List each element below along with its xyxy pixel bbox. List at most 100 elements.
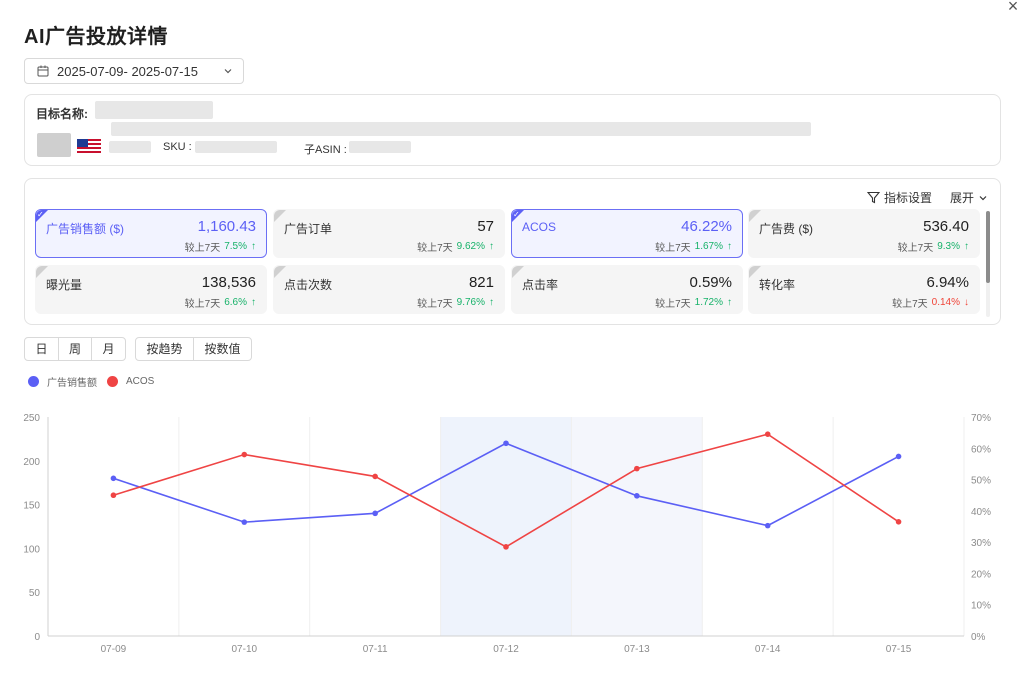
- metric-value: 46.22%: [681, 218, 732, 235]
- date-range-text: 2025-07-09- 2025-07-15: [57, 63, 198, 79]
- comparison-label: 较上7天: [184, 299, 221, 310]
- redacted-marketplace: [109, 141, 151, 153]
- metric-label: 曝光量: [46, 278, 83, 292]
- y-left-tick-label: 150: [23, 501, 40, 512]
- granularity-week[interactable]: 周: [59, 338, 92, 360]
- sku-label: SKU :: [163, 141, 192, 153]
- view-mode-trend[interactable]: 按趋势: [136, 338, 194, 360]
- metric-tile[interactable]: 转化率 6.94% 较上7天 0.14% ↓: [748, 265, 980, 314]
- redacted-product-image: [37, 133, 71, 157]
- data-point-sales[interactable]: [372, 510, 378, 517]
- metric-comparison: 较上7天 1.72% ↑: [655, 295, 732, 310]
- filter-icon: [866, 191, 880, 204]
- data-point-sales[interactable]: [634, 493, 640, 499]
- metric-tile[interactable]: 曝光量 138,536 较上7天 6.6% ↑: [35, 265, 267, 314]
- highlight-band: [440, 417, 572, 636]
- y-right-tick-label: 40%: [971, 507, 991, 518]
- metric-value: 821: [468, 274, 494, 291]
- change-percent: 9.62%: [456, 241, 485, 252]
- metric-value: 1,160.43: [197, 218, 256, 235]
- metric-label: 广告订单: [284, 222, 333, 236]
- expand-button[interactable]: 展开: [950, 189, 988, 206]
- metric-tile[interactable]: 广告订单 57 较上7天 9.62% ↑: [273, 209, 505, 258]
- metrics-scrollbar[interactable]: [986, 211, 990, 317]
- data-point-sales[interactable]: [110, 475, 117, 482]
- metrics-scrollbar-thumb[interactable]: [986, 211, 990, 283]
- y-right-tick-label: 70%: [971, 413, 991, 424]
- y-right-tick-label: 60%: [971, 444, 991, 455]
- close-icon[interactable]: ×: [1002, 0, 1024, 15]
- metric-value: 0.59%: [689, 274, 732, 291]
- metric-comparison: 较上7天 9.3% ↑: [898, 239, 969, 254]
- check-icon: ✓: [37, 210, 44, 219]
- x-tick-label: 07-09: [101, 644, 127, 655]
- data-point-sales[interactable]: [764, 522, 771, 529]
- y-left-tick-label: 200: [23, 457, 40, 468]
- legend-label-acos: ACOS: [126, 376, 155, 387]
- x-tick-label: 07-10: [231, 644, 257, 655]
- legend-dot-sales: [28, 376, 39, 387]
- metric-tile[interactable]: 点击次数 821 较上7天 9.76% ↑: [273, 265, 505, 314]
- date-range-picker[interactable]: 2025-07-09- 2025-07-15: [24, 58, 244, 84]
- data-point-sales[interactable]: [895, 453, 902, 460]
- comparison-label: 较上7天: [897, 243, 934, 254]
- metric-label: 广告销售额 ($): [46, 222, 125, 236]
- trend-arrow-icon: ↑: [251, 241, 256, 252]
- change-percent: 1.67%: [694, 241, 723, 252]
- view-mode-value[interactable]: 按数值: [194, 338, 251, 360]
- legend-item-sales[interactable]: 广告销售额: [28, 374, 97, 389]
- metric-label: 点击率: [522, 278, 559, 292]
- legend-item-acos[interactable]: ACOS: [107, 376, 154, 387]
- data-point-acos[interactable]: [241, 451, 248, 458]
- metric-settings-button[interactable]: 指标设置: [866, 189, 932, 206]
- trend-arrow-icon: ↑: [727, 241, 732, 252]
- y-right-tick-label: 20%: [971, 569, 991, 580]
- comparison-label: 较上7天: [417, 299, 453, 310]
- metric-label: ACOS: [522, 220, 557, 234]
- check-icon: ✓: [513, 210, 520, 219]
- metric-value: 536.40: [923, 218, 969, 235]
- change-percent: 0.14%: [931, 297, 960, 308]
- redacted-product-title: [111, 122, 811, 136]
- metric-comparison: 较上7天 1.67% ↑: [655, 239, 732, 254]
- chevron-down-icon: [223, 66, 233, 76]
- metric-value: 138,536: [201, 274, 256, 291]
- y-right-tick-label: 10%: [971, 601, 991, 612]
- data-point-acos[interactable]: [372, 473, 378, 480]
- comparison-label: 较上7天: [892, 299, 928, 310]
- granularity-month[interactable]: 月: [92, 338, 125, 360]
- metric-tile[interactable]: 点击率 0.59% 较上7天 1.72% ↑: [511, 265, 743, 314]
- metric-label: 转化率: [759, 278, 796, 292]
- data-point-acos[interactable]: [895, 519, 902, 525]
- trend-arrow-icon: ↓: [964, 297, 969, 308]
- metric-comparison: 较上7天 7.5% ↑: [185, 239, 256, 254]
- y-right-tick-label: 30%: [971, 538, 991, 549]
- chart-legend: 广告销售额 ACOS: [28, 374, 164, 389]
- data-point-acos[interactable]: [110, 492, 117, 499]
- metric-settings-label: 指标设置: [883, 191, 932, 205]
- trend-arrow-icon: ↑: [727, 297, 732, 308]
- metric-tile[interactable]: ✓ 广告销售额 ($) 1,160.43 较上7天 7.5% ↑: [35, 209, 267, 258]
- chevron-down-icon: [979, 195, 987, 200]
- metric-value: 57: [477, 218, 494, 235]
- legend-label-sales: 广告销售额: [47, 378, 97, 389]
- metrics-panel: 指标设置 展开 ✓ 广告销售额 ($) 1,160.43 较上7天 7.5% ↑ 广告订单 5…: [24, 178, 1001, 325]
- trend-arrow-icon: ↑: [964, 241, 969, 252]
- comparison-label: 较上7天: [655, 243, 691, 254]
- data-point-sales[interactable]: [241, 519, 248, 525]
- metric-tile[interactable]: 广告费 ($) 536.40 较上7天 9.3% ↑: [748, 209, 980, 258]
- data-point-sales[interactable]: [503, 440, 509, 447]
- comparison-label: 较上7天: [184, 243, 221, 254]
- data-point-acos[interactable]: [634, 465, 640, 472]
- granularity-day[interactable]: 日: [25, 338, 59, 360]
- data-point-acos[interactable]: [764, 431, 771, 438]
- trend-arrow-icon: ↑: [251, 297, 256, 308]
- metric-label: 广告费 ($): [759, 222, 814, 236]
- metric-label: 点击次数: [284, 278, 333, 292]
- metric-tile[interactable]: ✓ ACOS 46.22% 较上7天 1.67% ↑: [511, 209, 743, 258]
- redacted-asin: [349, 141, 411, 153]
- calendar-icon: [37, 65, 49, 77]
- data-point-acos[interactable]: [503, 544, 509, 550]
- comparison-label: 较上7天: [655, 299, 691, 310]
- x-tick-label: 07-15: [886, 644, 912, 655]
